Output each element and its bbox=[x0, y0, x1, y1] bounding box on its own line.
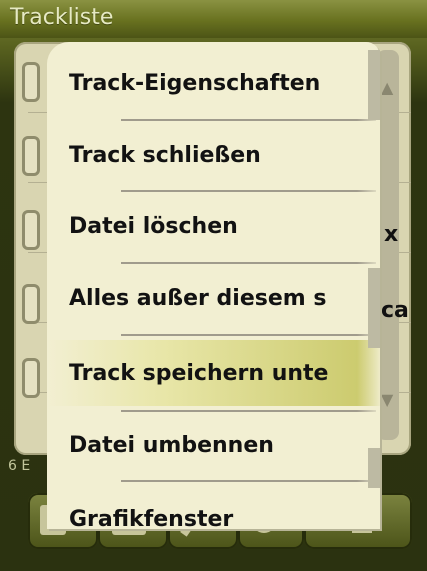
menu-separator bbox=[121, 190, 376, 192]
list-peek-text: x bbox=[384, 222, 399, 247]
menu-item-track-eigenschaften[interactable]: Track-Eigenschaften bbox=[47, 50, 380, 116]
window-title: Trackliste bbox=[10, 5, 114, 30]
title-bar: Trackliste bbox=[0, 0, 427, 38]
track-checkbox[interactable] bbox=[22, 62, 40, 102]
list-peek-text: ca bbox=[381, 298, 409, 323]
track-checkbox[interactable] bbox=[22, 136, 40, 176]
menu-scrollbar-segment[interactable] bbox=[368, 268, 380, 348]
menu-separator bbox=[121, 480, 376, 482]
menu-item-label: Alles außer diesem s bbox=[69, 285, 327, 311]
menu-item-grafikfenster[interactable]: Grafikfenster bbox=[47, 486, 380, 530]
menu-item-track-schliessen[interactable]: Track schließen bbox=[47, 122, 380, 188]
scroll-down-icon[interactable]: ▼ bbox=[381, 390, 393, 409]
menu-scrollbar-segment[interactable] bbox=[368, 448, 380, 488]
track-count-label: 6 E bbox=[8, 458, 31, 474]
menu-item-label: Track speichern unte bbox=[69, 360, 329, 386]
menu-item-label: Track schließen bbox=[69, 142, 261, 168]
menu-item-datei-umbennen[interactable]: Datei umbennen bbox=[47, 412, 380, 478]
track-checkbox[interactable] bbox=[22, 210, 40, 250]
menu-separator bbox=[121, 262, 376, 264]
scroll-up-icon[interactable]: ▲ bbox=[381, 78, 393, 97]
menu-item-label: Datei umbennen bbox=[69, 432, 274, 458]
context-menu: Track-Eigenschaften Track schließen Date… bbox=[47, 42, 380, 529]
app-window: Trackliste ▲ ▼ x ca 6 E Track-Eigenschaf… bbox=[0, 0, 427, 571]
menu-item-label: Datei löschen bbox=[69, 213, 238, 239]
menu-item-alles-ausser-diesem[interactable]: Alles außer diesem s bbox=[47, 265, 380, 331]
track-checkbox[interactable] bbox=[22, 358, 40, 398]
menu-item-label: Track-Eigenschaften bbox=[69, 70, 321, 96]
menu-separator bbox=[121, 119, 376, 121]
track-checkbox[interactable] bbox=[22, 284, 40, 324]
menu-item-track-speichern[interactable]: Track speichern unte bbox=[47, 340, 380, 406]
menu-separator bbox=[121, 334, 376, 336]
menu-scrollbar-thumb[interactable] bbox=[368, 50, 380, 120]
menu-item-datei-loeschen[interactable]: Datei löschen bbox=[47, 193, 380, 259]
menu-item-label: Grafikfenster bbox=[69, 506, 234, 530]
